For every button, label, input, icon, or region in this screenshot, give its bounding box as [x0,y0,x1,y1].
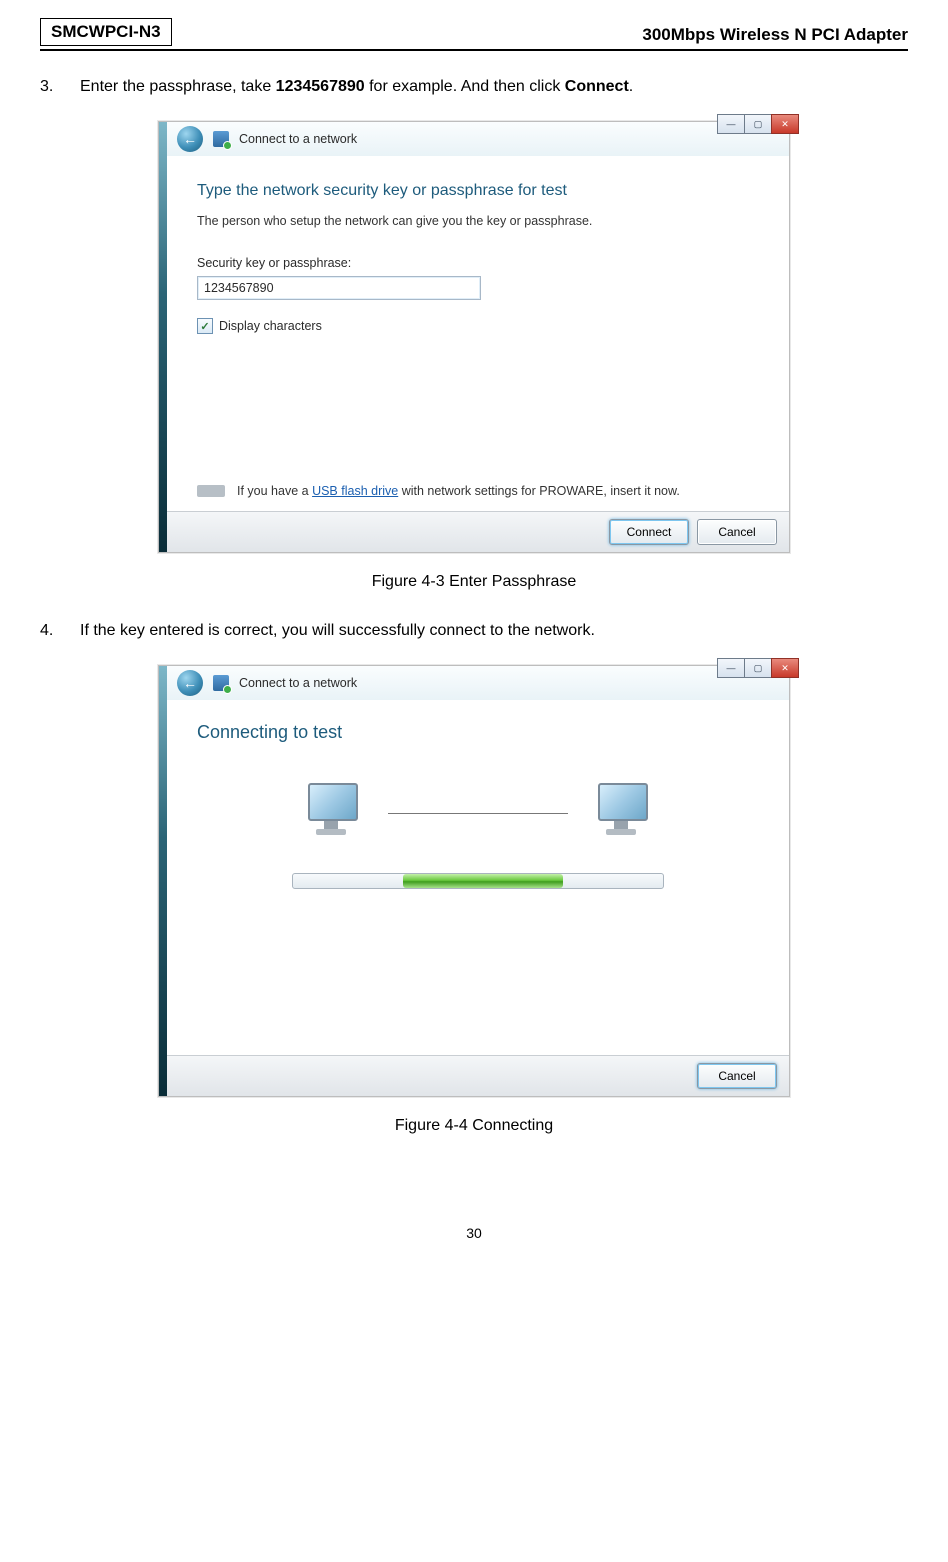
dialog-subtext: The person who setup the network can giv… [197,214,759,228]
computer-icon [298,783,368,843]
network-icon [213,131,229,147]
back-icon[interactable]: ← [177,126,203,152]
connect-button[interactable]: Connect [609,519,689,545]
dialog-body: Type the network security key or passphr… [167,156,789,512]
model-code: SMCWPCI-N3 [40,18,172,46]
usb-hint-row: If you have a USB flash drive with netwo… [197,484,680,498]
progress-bar [292,873,664,889]
display-characters-row[interactable]: ✓ Display characters [197,318,759,334]
screenshot-connecting: — ▢ ✕ ← Connect to a network Connecting … [158,665,790,1097]
screenshot-enter-passphrase: — ▢ ✕ ← Connect to a network Type the ne… [158,121,790,553]
dialog-titlebar: ← Connect to a network [159,122,789,157]
connection-graphic [197,783,759,843]
dialog-body: Connecting to test [167,700,789,1056]
checkbox-label: Display characters [219,319,322,333]
dialog-button-bar: Cancel [167,1055,789,1096]
window-frame-left [159,666,167,1096]
computer-icon [588,783,658,843]
step-4: 4. If the key entered is correct, you wi… [40,619,908,643]
close-button[interactable]: ✕ [771,114,799,134]
page-number: 30 [40,1225,908,1241]
step-text: Enter the passphrase, take 1234567890 fo… [80,75,633,99]
usb-drive-icon [197,485,225,497]
checkbox-icon[interactable]: ✓ [197,318,213,334]
step-3: 3. Enter the passphrase, take 1234567890… [40,75,908,99]
window-frame-left [159,122,167,552]
dialog-titlebar: ← Connect to a network [159,666,789,701]
back-icon[interactable]: ← [177,670,203,696]
passphrase-label: Security key or passphrase: [197,256,759,270]
maximize-button[interactable]: ▢ [744,658,772,678]
product-name: 300Mbps Wireless N PCI Adapter [642,25,908,45]
window-controls: — ▢ ✕ [718,114,799,134]
minimize-button[interactable]: — [717,658,745,678]
window-controls: — ▢ ✕ [718,658,799,678]
close-button[interactable]: ✕ [771,658,799,678]
network-icon [213,675,229,691]
connection-line [388,813,568,814]
connecting-heading: Connecting to test [197,722,759,743]
cancel-button[interactable]: Cancel [697,1063,777,1089]
minimize-button[interactable]: — [717,114,745,134]
step-text: If the key entered is correct, you will … [80,619,595,643]
dialog-title: Connect to a network [239,132,357,146]
dialog-title: Connect to a network [239,676,357,690]
dialog-button-bar: Connect Cancel [167,511,789,552]
maximize-button[interactable]: ▢ [744,114,772,134]
usb-flash-drive-link[interactable]: USB flash drive [312,484,398,498]
running-header: SMCWPCI-N3 300Mbps Wireless N PCI Adapte… [40,18,908,51]
dialog-heading: Type the network security key or passphr… [197,182,759,200]
step-number: 3. [40,75,60,99]
passphrase-input[interactable]: 1234567890 [197,276,481,300]
progress-fill [403,874,563,888]
figure-caption-4-3: Figure 4-3 Enter Passphrase [40,573,908,591]
figure-caption-4-4: Figure 4-4 Connecting [40,1117,908,1135]
cancel-button[interactable]: Cancel [697,519,777,545]
step-number: 4. [40,619,60,643]
